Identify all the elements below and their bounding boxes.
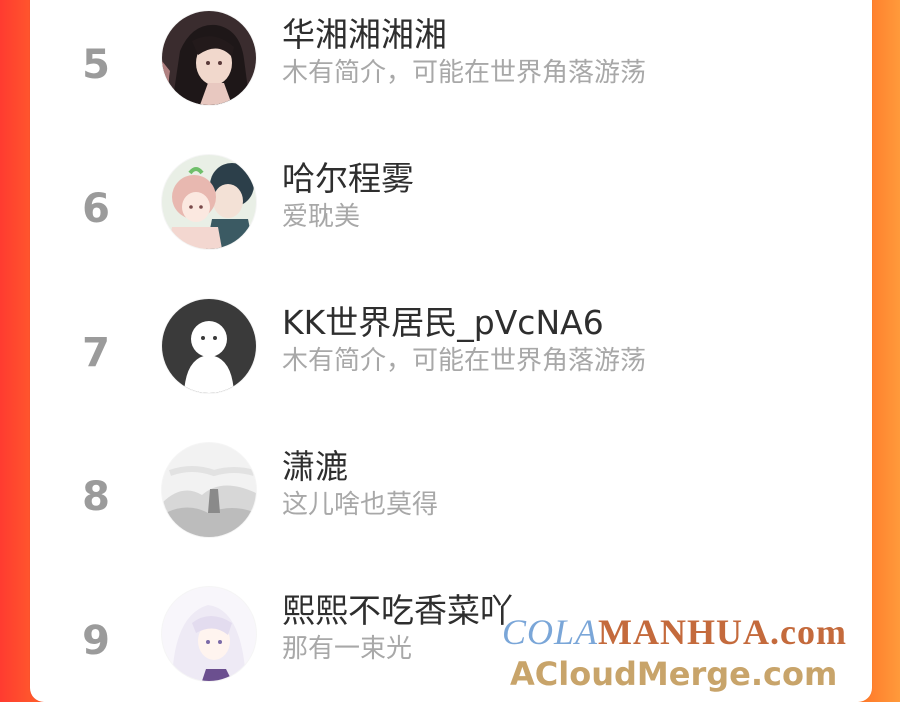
ranking-card: 5 华湘湘湘湘 木有简介，可能在世界角落游荡 6 哈尔程雾 爱耽美 7 KK世界… [30, 0, 872, 702]
list-item[interactable]: 7 KK世界居民_pVcNA6 木有简介，可能在世界角落游荡 [30, 288, 872, 432]
white-hair-anime-avatar-icon [162, 587, 256, 681]
list-item[interactable]: 8 潇漉 这儿啥也莫得 [30, 432, 872, 576]
user-bio: 这儿啥也莫得 [282, 490, 439, 520]
username[interactable]: 熙熙不吃香菜吖 [282, 590, 513, 632]
list-item[interactable]: 6 哈尔程雾 爱耽美 [30, 144, 872, 288]
rank-number: 5 [82, 42, 110, 88]
rank-number: 8 [82, 474, 110, 520]
username[interactable]: 哈尔程雾 [282, 158, 414, 200]
list-item[interactable]: 9 熙熙不吃香菜吖 那有一束光 [30, 576, 872, 702]
avatar[interactable] [162, 587, 256, 681]
rank-number: 7 [82, 330, 110, 376]
list-item[interactable]: 5 华湘湘湘湘 木有简介，可能在世界角落游荡 [30, 0, 872, 144]
user-bio: 木有简介，可能在世界角落游荡 [282, 346, 647, 376]
avatar[interactable] [162, 443, 256, 537]
user-bio: 爱耽美 [282, 202, 361, 232]
anime-portrait-dark-hair-icon [162, 11, 256, 105]
misty-landscape-avatar-icon [162, 443, 256, 537]
default-ghost-avatar-icon [162, 299, 256, 393]
rank-number: 6 [82, 186, 110, 232]
username[interactable]: 华湘湘湘湘 [282, 14, 447, 56]
rank-number: 9 [82, 618, 110, 664]
username[interactable]: 潇漉 [282, 446, 348, 488]
user-bio: 木有简介，可能在世界角落游荡 [282, 58, 647, 88]
username[interactable]: KK世界居民_pVcNA6 [282, 302, 604, 344]
user-bio: 那有一束光 [282, 634, 413, 664]
avatar[interactable] [162, 11, 256, 105]
anime-pair-portrait-icon [162, 155, 256, 249]
avatar[interactable] [162, 155, 256, 249]
avatar[interactable] [162, 299, 256, 393]
